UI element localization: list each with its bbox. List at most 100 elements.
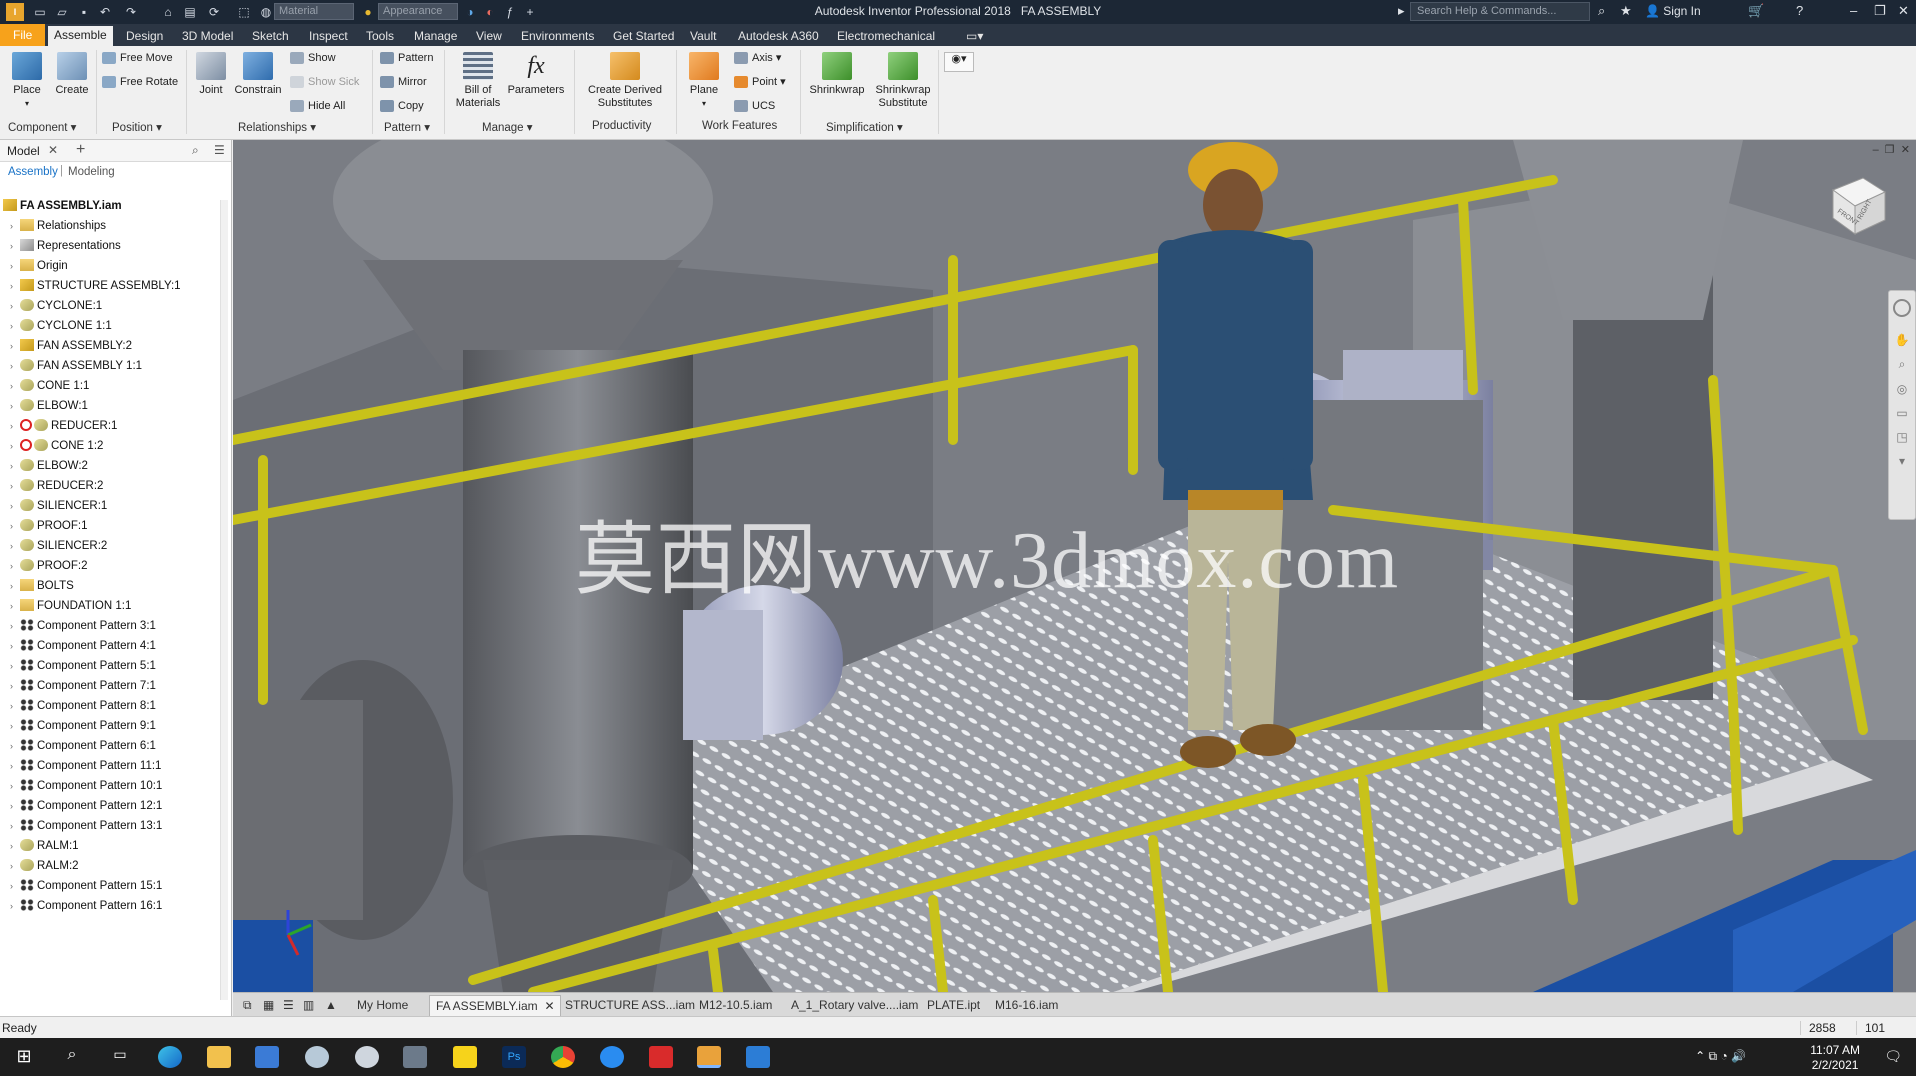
tree-node[interactable]: › Component Pattern 4:1 [0, 636, 230, 656]
expand-chevron-icon[interactable]: › [10, 656, 20, 676]
expand-chevron-icon[interactable]: › [10, 556, 20, 576]
tree-node[interactable]: › Component Pattern 13:1 [0, 816, 230, 836]
create-derived-substitutes-button[interactable]: Create Derived Substitutes [580, 52, 670, 110]
cloud-app-icon[interactable] [355, 1046, 379, 1068]
constrain-button[interactable]: Constrain [232, 52, 284, 97]
tab-autodesk-a360[interactable]: Autodesk A360 [732, 27, 825, 46]
ucs-button[interactable]: UCS [734, 100, 775, 113]
expand-chevron-icon[interactable]: › [10, 356, 20, 376]
expand-chevron-icon[interactable]: › [10, 856, 20, 876]
tree-node[interactable]: › FOUNDATION 1:1 [0, 596, 230, 616]
tab-view[interactable]: View [470, 27, 508, 46]
tab-list-arrow-icon[interactable]: ▲ [319, 995, 343, 1016]
tree-node[interactable]: › CYCLONE:1 [0, 296, 230, 316]
copy-button[interactable]: Copy [380, 100, 424, 113]
search-binoculars-icon[interactable]: ⌕ [1598, 3, 1605, 19]
look-at-icon[interactable]: ▭ [1889, 406, 1915, 420]
expand-chevron-icon[interactable]: › [10, 296, 20, 316]
tab-electromechanical[interactable]: Electromechanical [831, 27, 941, 46]
photos-icon[interactable] [746, 1046, 770, 1068]
browser-tab-model[interactable]: Model [7, 144, 40, 158]
show-button[interactable]: Show [290, 52, 336, 65]
favorites-star-icon[interactable]: ★ [1620, 3, 1632, 19]
expand-chevron-icon[interactable]: › [10, 376, 20, 396]
tree-node[interactable]: › Component Pattern 12:1 [0, 796, 230, 816]
notifications-icon[interactable]: 🗨 [1884, 1048, 1902, 1065]
minimize-icon[interactable]: – [1850, 3, 1857, 18]
expand-chevron-icon[interactable]: › [10, 616, 20, 636]
expand-arrow-icon[interactable]: ▸ [1398, 3, 1405, 19]
tree-node[interactable]: › Representations [0, 236, 230, 256]
mirror-button[interactable]: Mirror [380, 76, 427, 89]
tile-layout-icon[interactable]: ⧉ [237, 995, 258, 1016]
nav-options-icon[interactable]: ▾ [1889, 454, 1915, 468]
zalo-icon[interactable] [600, 1046, 624, 1068]
tree-node[interactable]: › REDUCER:2 [0, 476, 230, 496]
tab-get-started[interactable]: Get Started [607, 27, 680, 46]
tree-node[interactable]: › Component Pattern 8:1 [0, 696, 230, 716]
subtab-assembly[interactable]: Assembly [8, 166, 58, 178]
system-tray-icons[interactable]: ⌃ ⧉ ◔ 🔊 [1695, 1049, 1746, 1064]
expand-chevron-icon[interactable]: › [10, 456, 20, 476]
hide-all-button[interactable]: Hide All [290, 100, 345, 113]
tree-node[interactable]: › Component Pattern 11:1 [0, 756, 230, 776]
tab-inspect[interactable]: Inspect [303, 27, 354, 46]
tab-manage[interactable]: Manage [408, 27, 463, 46]
tree-node[interactable]: › SILIENCER:2 [0, 536, 230, 556]
doc-tab-rotary-valve[interactable]: A_1_Rotary valve....iam [785, 995, 924, 1016]
tree-root[interactable]: FA ASSEMBLY.iam [0, 196, 230, 216]
expand-chevron-icon[interactable]: › [10, 316, 20, 336]
split-layout-icon[interactable]: ▥ [297, 995, 320, 1016]
expand-chevron-icon[interactable]: › [10, 876, 20, 896]
tree-node[interactable]: › FAN ASSEMBLY 1:1 [0, 356, 230, 376]
expand-chevron-icon[interactable]: › [10, 396, 20, 416]
tab-vault[interactable]: Vault [684, 27, 722, 46]
expand-chevron-icon[interactable]: › [10, 816, 20, 836]
task-view-icon[interactable]: ▭ [108, 1046, 132, 1068]
panel-component[interactable]: Component ▾ [8, 120, 76, 136]
orbit-icon[interactable]: ◎ [1889, 382, 1915, 396]
store-icon[interactable] [255, 1046, 279, 1068]
quick-access-dropdown[interactable]: ◉▾ [944, 52, 974, 72]
tab-environments[interactable]: Environments [515, 27, 600, 46]
edge-icon[interactable] [158, 1046, 182, 1068]
panel-work-features[interactable]: Work Features [702, 120, 777, 136]
expand-chevron-icon[interactable]: › [10, 276, 20, 296]
tree-node[interactable]: › Component Pattern 16:1 [0, 896, 230, 916]
free-move-button[interactable]: Free Move [102, 52, 173, 65]
point-button[interactable]: Point ▾ [734, 76, 786, 89]
steering-wheel-icon[interactable] [1893, 299, 1911, 317]
expand-chevron-icon[interactable]: › [10, 236, 20, 256]
photoshop-icon[interactable]: Ps [502, 1046, 526, 1068]
inventor-taskbar-icon[interactable] [697, 1046, 721, 1068]
parameters-button[interactable]: fx Parameters [504, 52, 568, 97]
free-rotate-button[interactable]: Free Rotate [102, 76, 178, 89]
add-browser-icon[interactable]: + [76, 141, 85, 159]
calculator-icon[interactable] [403, 1046, 427, 1068]
cart-icon[interactable]: 🛒 [1748, 3, 1764, 19]
create-button[interactable]: Create [52, 52, 92, 97]
browser-search-icon[interactable]: ⌕ [192, 143, 199, 158]
acrobat-icon[interactable] [649, 1046, 673, 1068]
panel-simplification[interactable]: Simplification ▾ [826, 120, 903, 136]
expand-chevron-icon[interactable]: › [10, 796, 20, 816]
tree-node[interactable]: › PROOF:2 [0, 556, 230, 576]
tree-node[interactable]: › Component Pattern 6:1 [0, 736, 230, 756]
ribbon-options-icon[interactable]: ▭▾ [960, 27, 989, 46]
tree-node[interactable]: › STRUCTURE ASSEMBLY:1 [0, 276, 230, 296]
tree-node[interactable]: › Component Pattern 15:1 [0, 876, 230, 896]
tree-node[interactable]: › BOLTS [0, 576, 230, 596]
expand-chevron-icon[interactable]: › [10, 436, 20, 456]
pattern-button[interactable]: Pattern [380, 52, 433, 65]
panel-manage[interactable]: Manage ▾ [482, 120, 533, 136]
tree-node[interactable]: › Component Pattern 9:1 [0, 716, 230, 736]
tree-node[interactable]: › RALM:1 [0, 836, 230, 856]
sticky-notes-icon[interactable] [453, 1046, 477, 1068]
show-sick-button[interactable]: Show Sick [290, 76, 359, 89]
clock[interactable]: 11:07 AM 2/2/2021 [1810, 1043, 1860, 1073]
tree-node[interactable]: › SILIENCER:1 [0, 496, 230, 516]
panel-relationships[interactable]: Relationships ▾ [238, 120, 316, 136]
expand-chevron-icon[interactable]: › [10, 596, 20, 616]
zoom-icon[interactable]: ⌕ [1889, 357, 1915, 372]
tab-design[interactable]: Design [120, 27, 169, 46]
